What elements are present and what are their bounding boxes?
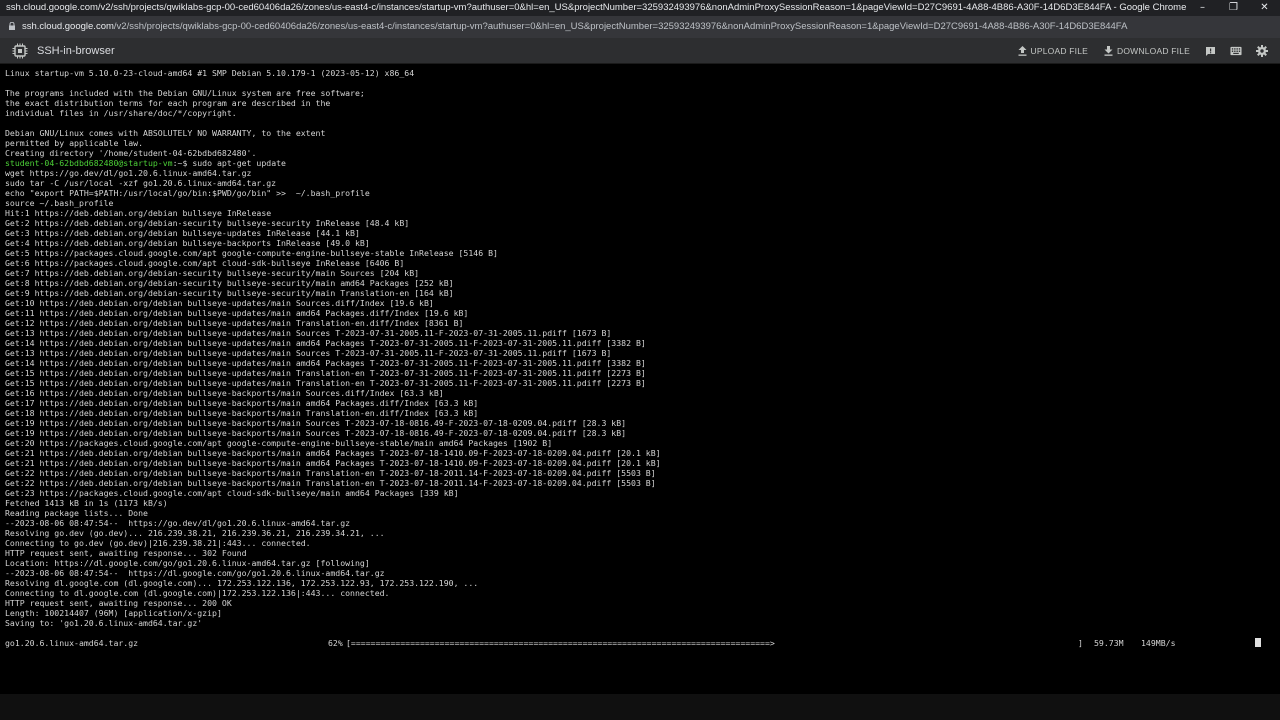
terminal-output-line: Get:14 https://deb.debian.org/debian bul… bbox=[5, 338, 646, 348]
chip-icon bbox=[12, 43, 28, 58]
terminal-output-line: --2023-08-06 08:47:54-- https://go.dev/d… bbox=[5, 518, 351, 528]
terminal-output-line: the exact distribution terms for each pr… bbox=[5, 98, 331, 108]
feedback-icon[interactable] bbox=[1204, 45, 1216, 57]
bottom-strip bbox=[0, 694, 1280, 720]
terminal-output-line: Location: https://dl.google.com/go/go1.2… bbox=[5, 558, 370, 568]
terminal-output-line: Get:22 https://deb.debian.org/debian bul… bbox=[5, 478, 656, 488]
terminal-output-line: Get:21 https://deb.debian.org/debian bul… bbox=[5, 458, 661, 468]
progress-filename: go1.20.6.linux-amd64.tar.gz bbox=[5, 638, 139, 648]
download-icon bbox=[1104, 46, 1113, 56]
terminal-output-line: Linux startup-vm 5.10.0-23-cloud-amd64 #… bbox=[5, 68, 415, 78]
terminal-output-line: Creating directory '/home/student-04-62b… bbox=[5, 148, 257, 158]
terminal-output-line: Reading package lists... Done bbox=[5, 508, 148, 518]
terminal-output-line: Length: 100214407 (96M) [application/x-g… bbox=[5, 608, 222, 618]
restore-icon[interactable]: ❐ bbox=[1218, 0, 1249, 16]
upload-file-label: UPLOAD FILE bbox=[1030, 46, 1089, 56]
prompt-command: :~$ sudo apt-get update bbox=[172, 158, 286, 168]
terminal-output-line: sudo tar -C /usr/local -xzf go1.20.6.lin… bbox=[5, 178, 277, 188]
terminal-output-line: wget https://go.dev/dl/go1.20.6.linux-am… bbox=[5, 168, 252, 178]
window-title: ssh.cloud.google.com/v2/ssh/projects/qwi… bbox=[6, 2, 1187, 13]
download-file-label: DOWNLOAD FILE bbox=[1117, 46, 1190, 56]
terminal-output: wget https://go.dev/dl/go1.20.6.linux-am… bbox=[5, 168, 1280, 628]
progress-bar-end: ] bbox=[1078, 638, 1083, 648]
terminal-output-line: Get:18 https://deb.debian.org/debian bul… bbox=[5, 408, 479, 418]
progress-percent: 62% bbox=[328, 638, 343, 648]
terminal-output-line: Get:5 https://packages.cloud.google.com/… bbox=[5, 248, 498, 258]
terminal-output-line: Saving to: 'go1.20.6.linux-amd64.tar.gz' bbox=[5, 618, 203, 628]
prompt-user: student-04-62bdbd682480@startup-vm bbox=[5, 158, 173, 168]
progress-size: 59.73M bbox=[1094, 638, 1124, 648]
terminal-output-line: Connecting to dl.google.com (dl.google.c… bbox=[5, 588, 390, 598]
terminal-output-line: Fetched 1413 kB in 1s (1173 kB/s) bbox=[5, 498, 168, 508]
terminal-output-line: Get:22 https://deb.debian.org/debian bul… bbox=[5, 468, 656, 478]
terminal-output-line: Debian GNU/Linux comes with ABSOLUTELY N… bbox=[5, 128, 326, 138]
terminal-output-line: Get:11 https://deb.debian.org/debian bul… bbox=[5, 308, 469, 318]
terminal-output-line: Resolving go.dev (go.dev)... 216.239.38.… bbox=[5, 528, 385, 538]
terminal-output-line: Get:4 https://deb.debian.org/debian bull… bbox=[5, 238, 370, 248]
url-host: ssh.cloud.google.com bbox=[22, 21, 114, 32]
terminal-output-line: Get:15 https://deb.debian.org/debian bul… bbox=[5, 378, 646, 388]
gear-icon[interactable] bbox=[1256, 45, 1268, 57]
terminal-output-line: Get:2 https://deb.debian.org/debian-secu… bbox=[5, 218, 410, 228]
app-header: SSH-in-browser UPLOAD FILE DOWNLOAD FILE bbox=[0, 38, 1280, 64]
terminal-output-line: Get:14 https://deb.debian.org/debian bul… bbox=[5, 358, 646, 368]
terminal-output-line: echo "export PATH=$PATH:/usr/local/go/bi… bbox=[5, 188, 370, 198]
close-icon[interactable]: ✕ bbox=[1249, 0, 1280, 16]
terminal-output-line: Get:20 https://packages.cloud.google.com… bbox=[5, 438, 553, 448]
terminal-output-line: Get:19 https://deb.debian.org/debian bul… bbox=[5, 428, 627, 438]
minimize-icon[interactable]: – bbox=[1187, 0, 1218, 16]
window-title-bar: ssh.cloud.google.com/v2/ssh/projects/qwi… bbox=[0, 0, 1280, 16]
terminal-output-line: HTTP request sent, awaiting response... … bbox=[5, 548, 247, 558]
download-progress: go1.20.6.linux-amd64.tar.gz 62% [=======… bbox=[5, 638, 1280, 648]
terminal-output-line: Get:23 https://packages.cloud.google.com… bbox=[5, 488, 459, 498]
terminal-output-line: Get:9 https://deb.debian.org/debian-secu… bbox=[5, 288, 454, 298]
terminal-output-line: Hit:1 https://deb.debian.org/debian bull… bbox=[5, 208, 272, 218]
progress-bar: [=======================================… bbox=[346, 638, 775, 648]
terminal-output-line: Get:6 https://packages.cloud.google.com/… bbox=[5, 258, 405, 268]
terminal-output-line: Get:13 https://deb.debian.org/debian bul… bbox=[5, 348, 612, 358]
terminal-cursor bbox=[1255, 638, 1261, 647]
terminal-output-line: permitted by applicable law. bbox=[5, 138, 144, 148]
terminal-output-line: Get:13 https://deb.debian.org/debian bul… bbox=[5, 328, 612, 338]
upload-file-button[interactable]: UPLOAD FILE bbox=[1018, 46, 1088, 56]
keyboard-icon[interactable] bbox=[1230, 45, 1242, 57]
lock-icon bbox=[9, 22, 15, 30]
terminal-output-line: Connecting to go.dev (go.dev)|216.239.38… bbox=[5, 538, 311, 548]
download-file-button[interactable]: DOWNLOAD FILE bbox=[1104, 46, 1190, 56]
terminal[interactable]: Linux startup-vm 5.10.0-23-cloud-amd64 #… bbox=[0, 64, 1280, 694]
window-controls: – ❐ ✕ bbox=[1187, 0, 1280, 16]
terminal-output-line: HTTP request sent, awaiting response... … bbox=[5, 598, 232, 608]
terminal-output-line: Resolving dl.google.com (dl.google.com).… bbox=[5, 578, 479, 588]
terminal-output-top: Linux startup-vm 5.10.0-23-cloud-amd64 #… bbox=[5, 68, 1280, 158]
terminal-output-line: Get:12 https://deb.debian.org/debian bul… bbox=[5, 318, 464, 328]
terminal-output-line: --2023-08-06 08:47:54-- https://dl.googl… bbox=[5, 568, 385, 578]
progress-speed: 149MB/s bbox=[1141, 638, 1176, 648]
terminal-output-line: individual files in /usr/share/doc/*/cop… bbox=[5, 108, 237, 118]
header-actions: UPLOAD FILE DOWNLOAD FILE bbox=[1002, 38, 1268, 64]
terminal-output-line: Get:7 https://deb.debian.org/debian-secu… bbox=[5, 268, 420, 278]
terminal-output-line: Get:10 https://deb.debian.org/debian bul… bbox=[5, 298, 434, 308]
terminal-output-line: Get:8 https://deb.debian.org/debian-secu… bbox=[5, 278, 454, 288]
terminal-output-line: Get:19 https://deb.debian.org/debian bul… bbox=[5, 418, 627, 428]
terminal-output-line: Get:17 https://deb.debian.org/debian bul… bbox=[5, 398, 479, 408]
terminal-output-line: The programs included with the Debian GN… bbox=[5, 88, 365, 98]
terminal-output-line: Get:15 https://deb.debian.org/debian bul… bbox=[5, 368, 646, 378]
url-path: /v2/ssh/projects/qwiklabs-gcp-00-ced6040… bbox=[113, 21, 1128, 32]
terminal-output-line: Get:3 https://deb.debian.org/debian bull… bbox=[5, 228, 360, 238]
address-bar[interactable]: ssh.cloud.google.com/v2/ssh/projects/qwi… bbox=[0, 16, 1280, 38]
upload-icon bbox=[1018, 46, 1027, 56]
terminal-output-line: source ~/.bash_profile bbox=[5, 198, 114, 208]
prompt-line: student-04-62bdbd682480@startup-vm:~$ su… bbox=[5, 158, 1280, 168]
terminal-output-line: Get:16 https://deb.debian.org/debian bul… bbox=[5, 388, 444, 398]
app-title: SSH-in-browser bbox=[37, 44, 115, 57]
terminal-output-line: Get:21 https://deb.debian.org/debian bul… bbox=[5, 448, 661, 458]
